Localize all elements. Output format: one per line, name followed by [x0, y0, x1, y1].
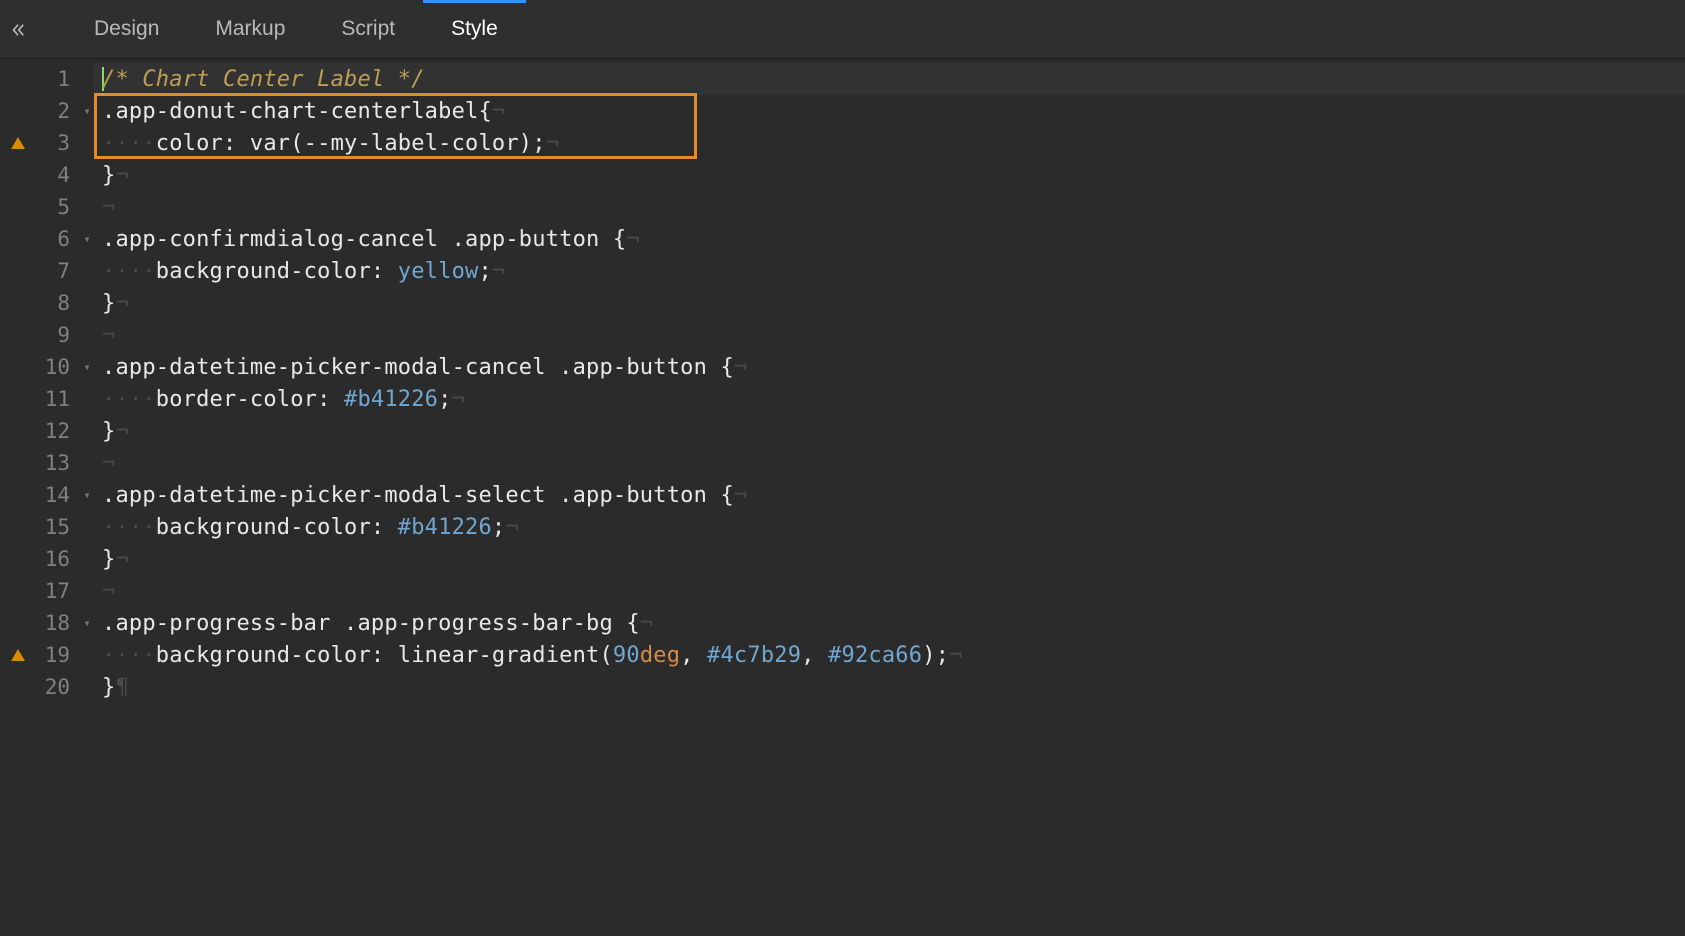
tab-label: Script — [341, 17, 395, 41]
code-line[interactable]: .app-datetime-picker-modal-select .app-b… — [94, 479, 1685, 511]
code-line[interactable]: ····background-color: linear-gradient(90… — [94, 639, 1685, 671]
code-line[interactable]: }¬ — [94, 159, 1685, 191]
code-line[interactable]: ····color: var(--my-label-color);¬ — [94, 127, 1685, 159]
tab-markup[interactable]: Markup — [187, 0, 313, 58]
code-line[interactable]: }¬ — [94, 415, 1685, 447]
line-number: 20 — [36, 675, 80, 699]
line-number: 5 — [36, 195, 80, 219]
tab-style[interactable]: Style — [423, 0, 526, 58]
line-number: 8 — [36, 291, 80, 315]
line-number: 2 — [36, 99, 80, 123]
code-line[interactable]: ····background-color: yellow;¬ — [94, 255, 1685, 287]
fold-toggle-icon[interactable]: ▾ — [80, 104, 94, 118]
code-line[interactable]: .app-confirmdialog-cancel .app-button {¬ — [94, 223, 1685, 255]
line-number: 11 — [36, 387, 80, 411]
fold-toggle-icon[interactable]: ▾ — [80, 488, 94, 502]
code-line[interactable]: }¬ — [94, 543, 1685, 575]
code-line[interactable]: }¶ — [94, 671, 1685, 703]
editor-root: Design Markup Script Style 1 2▾ 3 4 5 6▾… — [0, 0, 1685, 936]
code-line[interactable]: ¬ — [94, 447, 1685, 479]
fold-toggle-icon[interactable]: ▾ — [80, 616, 94, 630]
line-number: 10 — [36, 355, 80, 379]
line-number: 16 — [36, 547, 80, 571]
line-number: 13 — [36, 451, 80, 475]
code-line[interactable]: .app-progress-bar .app-progress-bar-bg {… — [94, 607, 1685, 639]
line-number: 17 — [36, 579, 80, 603]
tab-design[interactable]: Design — [66, 0, 187, 58]
warning-icon[interactable] — [11, 137, 25, 149]
code-line[interactable]: ¬ — [94, 319, 1685, 351]
line-number: 19 — [36, 643, 80, 667]
fold-toggle-icon[interactable]: ▾ — [80, 360, 94, 374]
line-number: 18 — [36, 611, 80, 635]
code-editor[interactable]: 1 2▾ 3 4 5 6▾ 7 8 9 10▾ 11 12 13 14▾ 15 … — [0, 59, 1685, 936]
gutter: 1 2▾ 3 4 5 6▾ 7 8 9 10▾ 11 12 13 14▾ 15 … — [0, 59, 94, 936]
code-line[interactable]: ····background-color: #b41226;¬ — [94, 511, 1685, 543]
code-line[interactable]: ¬ — [94, 575, 1685, 607]
chevron-double-left-icon — [9, 21, 27, 39]
line-number: 1 — [36, 67, 80, 91]
code-area[interactable]: /* Chart Center Label */ .app-donut-char… — [94, 59, 1685, 936]
line-number: 6 — [36, 227, 80, 251]
fold-toggle-icon[interactable]: ▾ — [80, 232, 94, 246]
line-number: 14 — [36, 483, 80, 507]
collapse-panel-button[interactable] — [0, 0, 36, 59]
code-line[interactable]: ····border-color: #b41226;¬ — [94, 383, 1685, 415]
code-line[interactable]: ¬ — [94, 191, 1685, 223]
tab-label: Style — [451, 17, 498, 41]
code-line[interactable]: /* Chart Center Label */ — [94, 63, 1685, 95]
warning-icon[interactable] — [11, 649, 25, 661]
code-line[interactable]: .app-donut-chart-centerlabel{¬ — [94, 95, 1685, 127]
line-number: 7 — [36, 259, 80, 283]
tab-label: Design — [94, 17, 159, 41]
line-number: 12 — [36, 419, 80, 443]
line-number: 4 — [36, 163, 80, 187]
code-line[interactable]: }¬ — [94, 287, 1685, 319]
tab-script[interactable]: Script — [313, 0, 423, 58]
code-line[interactable]: .app-datetime-picker-modal-cancel .app-b… — [94, 351, 1685, 383]
tab-bar: Design Markup Script Style — [0, 0, 1685, 59]
tab-label: Markup — [215, 17, 285, 41]
line-number: 15 — [36, 515, 80, 539]
line-number: 9 — [36, 323, 80, 347]
line-number: 3 — [36, 131, 80, 155]
